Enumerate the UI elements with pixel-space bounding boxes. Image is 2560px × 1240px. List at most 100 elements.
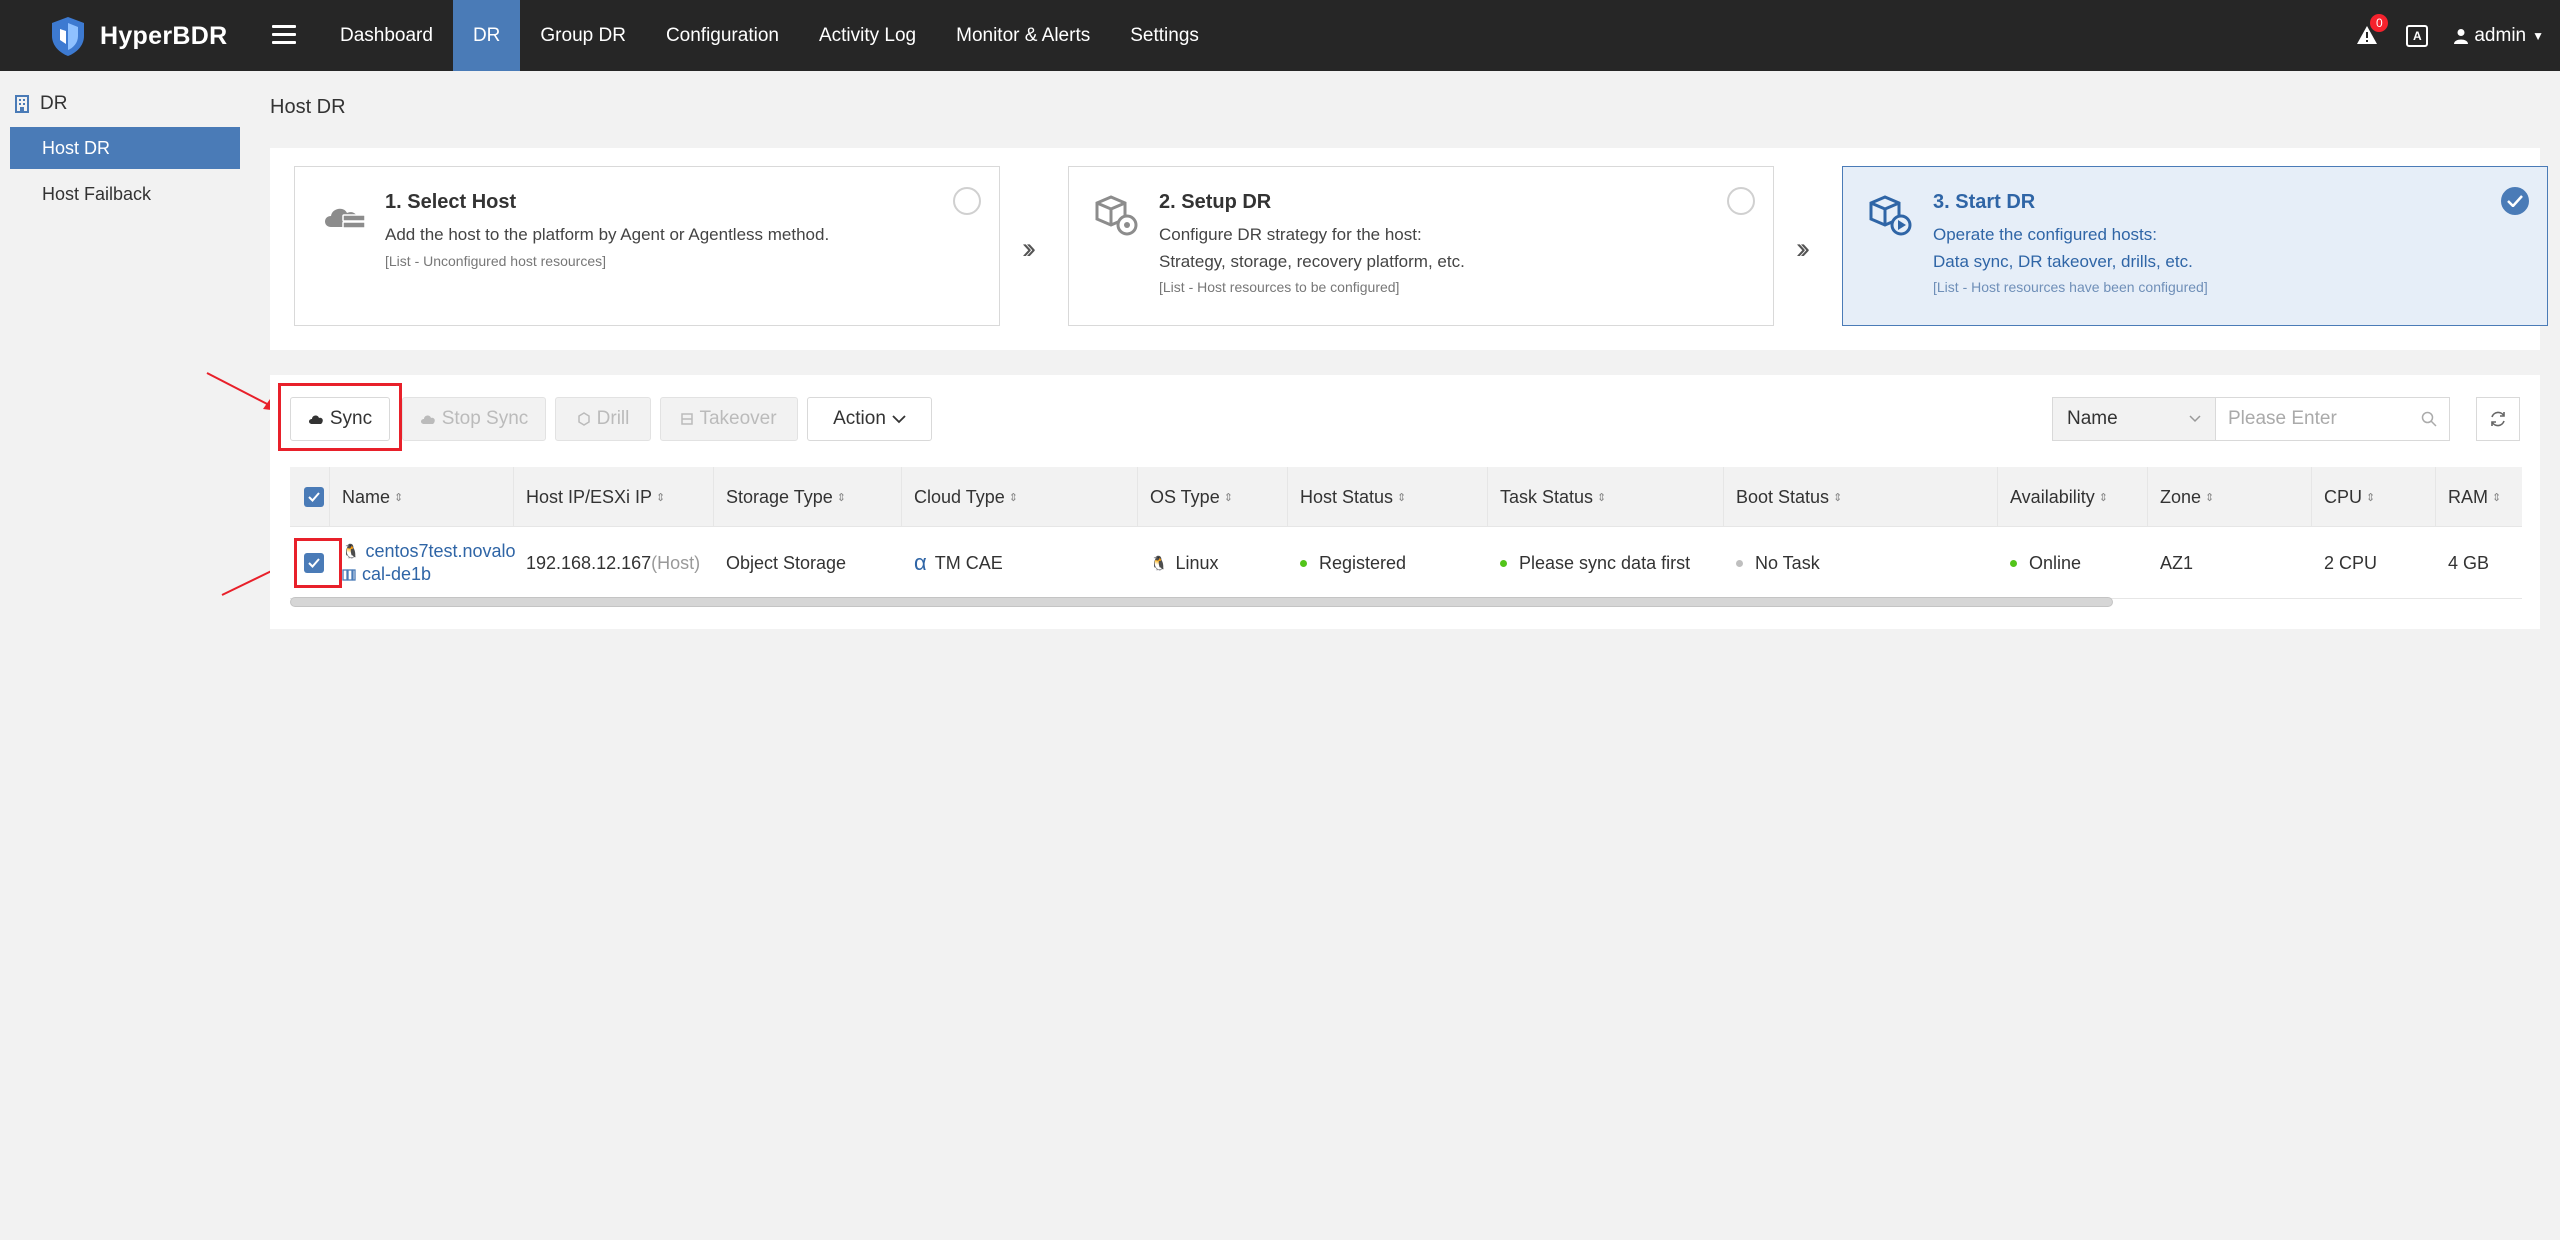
nav-dashboard[interactable]: Dashboard: [320, 0, 453, 71]
nav-configuration[interactable]: Configuration: [646, 0, 799, 71]
double-chevron-right-icon: ››: [1796, 232, 1810, 265]
host-name-line: 🐧 centos7test.novalo: [342, 541, 516, 562]
nav-settings[interactable]: Settings: [1110, 0, 1219, 71]
table-row[interactable]: 🐧 centos7test.novalo cal-de1b 192.168.12…: [290, 527, 2522, 599]
ram-cell: 4 GB: [2448, 552, 2490, 573]
steps-panel: 1. Select Host Add the host to the platf…: [270, 148, 2548, 350]
step-note: [List - Host resources have been configu…: [1933, 279, 2208, 295]
user-icon: [2454, 28, 2469, 44]
sort-icon: ⇕: [836, 492, 846, 505]
step-description: Operate the configured hosts: Data sync,…: [1933, 221, 2193, 275]
nav-activity-log[interactable]: Activity Log: [799, 0, 936, 71]
box-gear-icon: [1095, 195, 1138, 236]
search-icon: [2421, 411, 2437, 427]
chevron-down-icon: [2189, 415, 2201, 423]
step-description-line: Data sync, DR takeover, drills, etc.: [1933, 252, 2193, 271]
availability: Online: [2029, 552, 2082, 573]
step-title: 2. Setup DR: [1159, 191, 1272, 213]
host-name-link[interactable]: centos7test.novalo: [365, 541, 515, 562]
user-menu[interactable]: admin ▼: [2454, 25, 2544, 47]
step-description-line: Configure DR strategy for the host:: [1159, 225, 1422, 244]
search-input[interactable]: Please Enter: [2216, 397, 2450, 441]
building-icon: [15, 95, 29, 113]
column-header-task-status[interactable]: Task Status ⇕: [1488, 467, 1724, 527]
sidebar-item-host-dr[interactable]: Host DR: [10, 127, 240, 169]
sort-icon: ⇕: [2366, 492, 2376, 505]
status-dot: [1500, 559, 1507, 567]
check-icon: [308, 492, 320, 502]
step-radio-checked[interactable]: [2501, 187, 2529, 215]
column-header-name[interactable]: Name ⇕: [330, 467, 514, 527]
sort-icon: ⇕: [1833, 492, 1843, 505]
sidebar: DR Host DR Host Failback: [0, 71, 250, 1240]
sidebar-item-host-failback[interactable]: Host Failback: [10, 173, 240, 215]
column-header-ram[interactable]: RAM ⇕: [2436, 467, 2522, 527]
refresh-icon: [2491, 411, 2505, 427]
app-logo[interactable]: HyperBDR: [46, 14, 227, 58]
host-name-line: cal-de1b: [342, 564, 431, 585]
column-header-host-ip[interactable]: Host IP/ESXi IP ⇕: [514, 467, 714, 527]
step-radio[interactable]: [953, 187, 981, 215]
host-name-cell: 🐧 centos7test.novalo cal-de1b: [330, 527, 516, 599]
drill-button[interactable]: Drill: [555, 397, 651, 441]
sort-icon: ⇕: [1223, 492, 1233, 505]
action-dropdown[interactable]: Action: [807, 397, 932, 441]
select-all-checkbox[interactable]: [304, 487, 324, 507]
column-header-boot-status[interactable]: Boot Status ⇕: [1724, 467, 1998, 527]
page-title: Host DR: [270, 96, 346, 118]
host-name-link[interactable]: cal-de1b: [362, 564, 431, 585]
top-right-actions: 0 A admin ▼: [2356, 0, 2544, 71]
zone-cell: AZ1: [2160, 552, 2194, 573]
chevron-down-icon: [892, 414, 906, 423]
highlight-box: [294, 538, 342, 588]
column-header-storage-type[interactable]: Storage Type ⇕: [714, 467, 902, 527]
language-icon[interactable]: A: [2406, 24, 2429, 47]
double-chevron-right-icon: ››: [1022, 232, 1036, 265]
refresh-button[interactable]: [2476, 397, 2520, 441]
nav-monitor-alerts[interactable]: Monitor & Alerts: [936, 0, 1110, 71]
linux-penguin-icon: 🐧: [1150, 554, 1168, 571]
column-header-cloud-type[interactable]: Cloud Type ⇕: [902, 467, 1138, 527]
shield-logo-icon: [52, 17, 84, 56]
drill-label: Drill: [596, 408, 630, 429]
column-header-os-type[interactable]: OS Type ⇕: [1138, 467, 1288, 527]
step-start-dr[interactable]: 3. Start DR Operate the configured hosts…: [1842, 166, 2548, 326]
stop-sync-button[interactable]: Stop Sync: [402, 397, 546, 441]
highlight-box: [278, 383, 402, 451]
step-description-line: Add the host to the platform by Agent or…: [385, 225, 830, 244]
nav-dr[interactable]: DR: [452, 0, 521, 71]
status-dot: [1300, 559, 1307, 567]
host-status: Registered: [1319, 552, 1407, 573]
search-field-value: Name: [2067, 408, 2118, 429]
column-header-availability[interactable]: Availability ⇕: [1998, 467, 2148, 527]
table-panel: Sync Stop Sync Drill Takeover Action Nam…: [270, 375, 2540, 629]
column-header-zone[interactable]: Zone ⇕: [2148, 467, 2312, 527]
step-description-line: Operate the configured hosts:: [1933, 225, 2157, 244]
menu-toggle-icon[interactable]: [272, 20, 296, 50]
step-setup-dr[interactable]: 2. Setup DR Configure DR strategy for th…: [1068, 166, 1774, 326]
alerts-button[interactable]: 0: [2356, 13, 2389, 48]
step-description-line: Strategy, storage, recovery platform, et…: [1159, 252, 1465, 271]
os-type: Linux: [1175, 552, 1219, 573]
sidebar-section-label: DR: [40, 93, 68, 114]
stop-sync-label: Stop Sync: [441, 408, 529, 429]
check-icon: [2507, 195, 2523, 207]
cube-icon: [577, 412, 590, 426]
top-navigation-bar: HyperBDR Dashboard DR Group DR Configura…: [0, 0, 2560, 71]
step-title: 1. Select Host: [385, 191, 517, 213]
horizontal-scrollbar[interactable]: [290, 597, 2113, 607]
takeover-button[interactable]: Takeover: [660, 397, 798, 441]
search-field-select[interactable]: Name: [2052, 397, 2216, 441]
takeover-label: Takeover: [699, 408, 777, 429]
step-radio[interactable]: [1727, 187, 1755, 215]
column-header-cpu[interactable]: CPU ⇕: [2312, 467, 2436, 527]
nav-group-dr[interactable]: Group DR: [520, 0, 646, 71]
sort-icon: ⇕: [2098, 492, 2108, 505]
username: admin: [2474, 24, 2527, 46]
host-ip: 192.168.12.167: [526, 552, 652, 573]
storage-type-cell: Object Storage: [726, 552, 847, 573]
column-header-host-status[interactable]: Host Status ⇕: [1288, 467, 1488, 527]
step-select-host[interactable]: 1. Select Host Add the host to the platf…: [294, 166, 1000, 326]
box-play-icon: [1869, 195, 1912, 236]
linux-penguin-icon: 🐧: [342, 543, 360, 559]
